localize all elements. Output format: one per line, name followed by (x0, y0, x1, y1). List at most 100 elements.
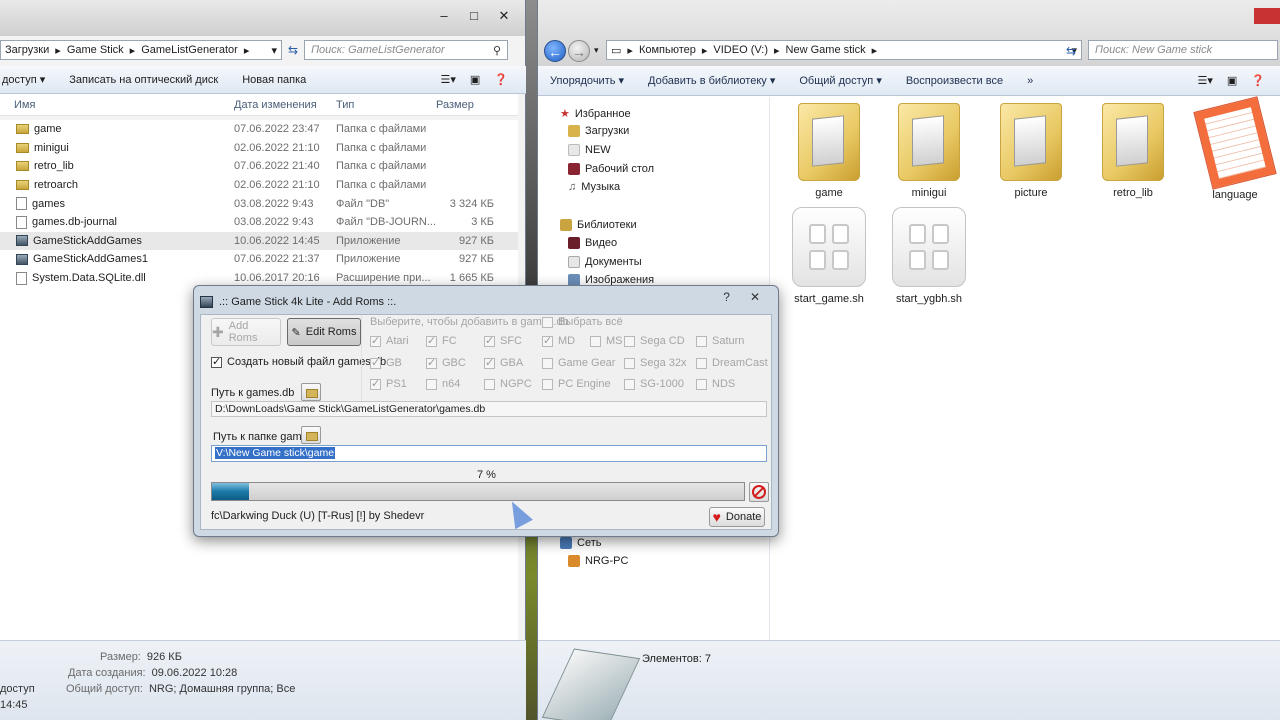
column-date[interactable]: Дата изменения (234, 99, 336, 111)
platform-checkbox[interactable]: GBC (426, 356, 466, 369)
nav-libraries[interactable]: Библиотеки (560, 219, 637, 231)
nav-new[interactable]: NEW (568, 144, 611, 156)
platform-checkbox[interactable]: SG-1000 (624, 378, 684, 390)
minimize-icon[interactable]: – (437, 9, 451, 22)
platform-checkbox[interactable]: MS (590, 335, 623, 347)
platform-checkbox[interactable]: GBA (484, 356, 523, 369)
browse-game-folder-button[interactable] (301, 426, 321, 444)
platform-checkbox[interactable]: PS1 (370, 377, 407, 390)
platform-checkbox[interactable]: SFC (484, 334, 522, 347)
breadcrumb-item[interactable]: GameListGenerator (141, 44, 238, 56)
donate-button[interactable]: ♥ Donate (709, 507, 765, 527)
file-row[interactable]: game 07.06.2022 23:47 Папка с файлами (0, 120, 518, 139)
stop-button[interactable] (749, 482, 769, 502)
breadcrumb-item[interactable]: VIDEO (V:) (713, 44, 768, 56)
maximize-icon[interactable]: □ (467, 9, 481, 22)
platform-checkbox[interactable]: MD (542, 334, 575, 347)
cmd-label: Упорядочить (550, 75, 616, 87)
nav-documents[interactable]: Документы (568, 256, 642, 268)
nav-favorites[interactable]: ★ Избранное (560, 107, 631, 121)
file-type: Файл "DB" (336, 197, 390, 210)
view-options-icon[interactable]: ☰▾ (1198, 74, 1213, 87)
left-breadcrumb[interactable]: Загрузки ▸ Game Stick ▸ GameListGenerato… (0, 40, 282, 60)
add-to-library-command[interactable]: Добавить в библиотеку ▾ (636, 74, 787, 87)
platform-checkbox[interactable]: Sega CD (624, 335, 685, 347)
help-icon[interactable]: ❓ (494, 73, 508, 86)
history-dropdown-icon[interactable]: ▾ (594, 45, 599, 56)
checkbox-label: Game Gear (558, 357, 616, 369)
nav-network[interactable]: Сеть (560, 537, 601, 549)
file-row[interactable]: retro_lib 07.06.2022 21:40 Папка с файлами (0, 157, 518, 176)
file-row[interactable]: games.db-journal 03.08.2022 9:43 Файл "DB-… (0, 213, 518, 232)
item-picture[interactable]: picture (985, 103, 1077, 199)
nav-desktop[interactable]: Рабочий стол (568, 163, 654, 175)
forward-arrow-icon[interactable]: → (568, 40, 590, 62)
column-name[interactable]: Имя (0, 99, 234, 111)
preview-pane-icon[interactable]: ▣ (1227, 74, 1237, 87)
browse-db-button[interactable] (301, 383, 321, 401)
refresh-icon[interactable]: ⇆ (1066, 44, 1076, 58)
platform-checkbox[interactable]: Saturn (696, 335, 744, 347)
right-breadcrumb[interactable]: ▭ ▸ Компьютер ▸ VIDEO (V:) ▸ New Game st… (606, 40, 1082, 60)
create-new-db-checkbox[interactable]: Создать новый файл games.db (211, 355, 386, 368)
platform-checkbox[interactable]: FC (426, 334, 457, 347)
play-all-command[interactable]: Воспроизвести все (894, 75, 1015, 87)
more-commands[interactable]: » (1015, 75, 1045, 87)
left-search-input[interactable]: Поиск: GameListGenerator ⚲ (304, 40, 509, 60)
music-icon: ♫ (568, 181, 577, 193)
share-command[interactable]: доступ ▾ (0, 73, 57, 86)
folder-icon (16, 124, 29, 135)
help-icon[interactable]: ❓ (1251, 74, 1265, 87)
select-all-checkbox[interactable]: Выбрать всё (542, 316, 623, 328)
db-path-field[interactable]: D:\DownLoads\Game Stick\GameListGenerato… (211, 401, 767, 417)
platform-checkbox[interactable]: Atari (370, 334, 409, 347)
item-language[interactable]: language (1189, 96, 1280, 201)
file-row[interactable]: GameStickAddGames1 07.06.2022 21:37 Прилож… (0, 250, 518, 269)
item-minigui[interactable]: minigui (883, 103, 975, 199)
platform-checkbox[interactable]: Sega 32x (624, 357, 686, 369)
breadcrumb-item[interactable]: Компьютер (639, 44, 696, 56)
column-type[interactable]: Тип (336, 99, 436, 111)
right-search-input[interactable]: Поиск: New Game stick (1088, 40, 1278, 60)
platform-checkbox[interactable]: NGPC (484, 378, 532, 390)
dropdown-arrow-icon[interactable]: ▾ (271, 44, 277, 57)
organize-command[interactable]: Упорядочить ▾ (538, 74, 636, 87)
burn-disc-command[interactable]: Записать на оптический диск (57, 74, 230, 86)
item-start-game-sh[interactable]: start_game.sh (783, 207, 875, 305)
nav-pc[interactable]: NRG-PC (568, 555, 628, 567)
game-folder-field[interactable]: V:\New Game stick\game (211, 445, 767, 462)
close-icon[interactable]: ✕ (497, 9, 511, 22)
breadcrumb-item[interactable]: Загрузки (5, 44, 49, 56)
new-folder-command[interactable]: Новая папка (230, 74, 318, 86)
add-roms-button[interactable]: ✚ Add Roms (211, 318, 281, 346)
view-options-icon[interactable]: ☰▾ (441, 73, 456, 86)
close-icon[interactable] (1254, 8, 1280, 24)
file-row[interactable]: retroarch 02.06.2022 21:10 Папка с файлами (0, 176, 518, 195)
preview-pane-icon[interactable]: ▣ (470, 73, 480, 86)
item-game[interactable]: game (783, 103, 875, 199)
breadcrumb-item[interactable]: New Game stick (786, 44, 866, 56)
help-icon[interactable]: ? (723, 290, 730, 304)
plus-icon: ✚ (212, 323, 224, 340)
file-row[interactable]: GameStickAddGames 10.06.2022 14:45 Приложе… (0, 231, 518, 251)
back-arrow-icon[interactable]: ← (544, 40, 566, 62)
platform-checkbox[interactable]: NDS (696, 378, 735, 390)
close-icon[interactable]: ✕ (750, 290, 760, 304)
platform-checkbox[interactable]: Game Gear (542, 357, 615, 369)
file-row[interactable]: minigui 02.06.2022 21:10 Папка с файлами (0, 139, 518, 158)
file-row[interactable]: games 03.08.2022 9:43 Файл "DB" 3 324 КБ (0, 194, 518, 213)
platform-checkbox[interactable]: GB (370, 356, 402, 369)
nav-video[interactable]: Видео (568, 237, 617, 249)
platform-checkbox[interactable]: PC Engine (542, 378, 611, 390)
item-start-ygbh-sh[interactable]: start_ygbh.sh (883, 207, 975, 305)
platform-checkbox[interactable]: n64 (426, 378, 460, 390)
platform-checkbox[interactable]: DreamCast (696, 357, 768, 369)
nav-music[interactable]: ♫ Музыка (568, 181, 620, 193)
share-command[interactable]: Общий доступ ▾ (787, 74, 893, 87)
edit-roms-button[interactable]: ✎ Edit Roms (287, 318, 361, 346)
nav-downloads[interactable]: Загрузки (568, 125, 629, 137)
refresh-icon[interactable]: ⇆ (288, 43, 298, 57)
column-size[interactable]: Размер (436, 99, 494, 111)
breadcrumb-item[interactable]: Game Stick (67, 44, 124, 56)
item-retro-lib[interactable]: retro_lib (1087, 103, 1179, 199)
